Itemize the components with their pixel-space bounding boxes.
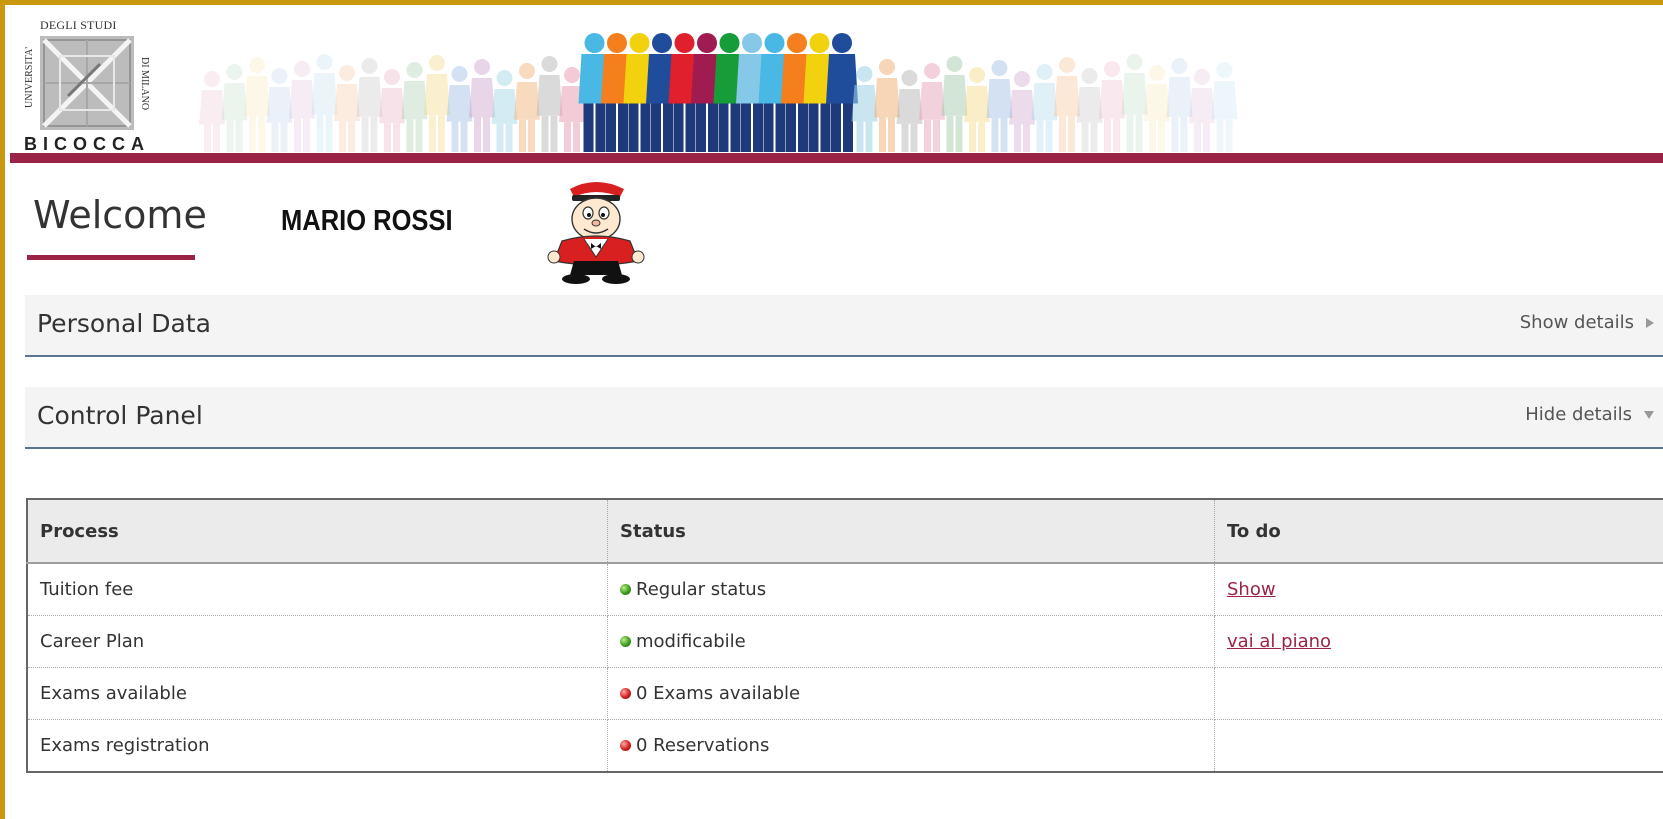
person-silhouette	[199, 71, 225, 152]
person-silhouette	[986, 60, 1013, 152]
header-divider	[10, 153, 1663, 163]
control-panel-title: Control Panel	[37, 401, 203, 430]
todo-cell: Show	[1214, 563, 1663, 616]
control-panel-table: Process Status To do Tuition fee Regular…	[26, 498, 1663, 773]
career-plan-link[interactable]: vai al piano	[1227, 631, 1331, 652]
green-dot-icon	[620, 635, 631, 647]
status-text: Regular status	[636, 579, 767, 600]
person-silhouette	[266, 68, 293, 152]
site-header: DEGLI STUDI UNIVERSITA' DI MILANO BICOCC…	[10, 10, 1663, 162]
triangle-right-icon	[1646, 317, 1654, 328]
table-row: Tuition fee Regular status Show	[26, 563, 1663, 616]
status-cell: Regular status	[607, 563, 1215, 616]
person-silhouette	[536, 56, 563, 152]
person-silhouette	[1031, 64, 1058, 152]
person-silhouette	[826, 33, 858, 152]
welcome-title: Welcome	[33, 193, 207, 237]
person-silhouette	[334, 65, 360, 152]
person-silhouette	[514, 63, 540, 152]
status-text: modificabile	[636, 631, 746, 652]
person-silhouette	[919, 63, 945, 152]
hide-details-toggle[interactable]: Hide details	[1525, 404, 1654, 425]
people-banner-image	[199, 33, 1238, 152]
person-silhouette	[289, 61, 315, 152]
person-silhouette	[896, 70, 923, 152]
process-cell: Exams available	[26, 667, 608, 720]
control-panel-header: Control Panel Hide details	[25, 387, 1663, 449]
person-silhouette	[221, 64, 248, 152]
person-silhouette	[1211, 62, 1238, 152]
person-silhouette	[1009, 71, 1035, 152]
page-frame: DEGLI STUDI UNIVERSITA' DI MILANO BICOCC…	[0, 0, 1663, 819]
personal-data-panel-header: Personal Data Show details	[25, 295, 1663, 357]
welcome-underline	[27, 255, 195, 260]
person-silhouette	[446, 66, 473, 152]
triangle-down-icon	[1644, 410, 1654, 419]
status-cell: 0 Exams available	[607, 667, 1215, 720]
todo-cell: vai al piano	[1214, 615, 1663, 668]
status-text: 0 Reservations	[636, 735, 770, 756]
col-header-status: Status	[607, 498, 1215, 564]
person-silhouette	[379, 69, 405, 152]
status-cell: 0 Reservations	[607, 719, 1215, 773]
person-silhouette	[1121, 54, 1148, 152]
person-silhouette	[401, 62, 428, 152]
logo-bottom-text: BICOCCA	[24, 134, 150, 154]
person-silhouette	[244, 57, 270, 152]
todo-cell	[1214, 667, 1663, 720]
logo-emblem-icon	[40, 36, 134, 130]
person-silhouette	[1099, 61, 1125, 152]
hide-details-label: Hide details	[1525, 404, 1632, 425]
avatar	[547, 182, 645, 284]
show-link[interactable]: Show	[1227, 579, 1276, 600]
table-header-row: Process Status To do	[26, 498, 1663, 564]
person-silhouette	[1166, 58, 1193, 152]
personal-data-title: Personal Data	[37, 309, 211, 338]
red-dot-icon	[620, 739, 631, 751]
status-text: 0 Exams available	[636, 683, 801, 704]
person-silhouette	[491, 70, 518, 152]
process-cell: Career Plan	[26, 615, 608, 668]
person-silhouette	[1076, 68, 1103, 152]
university-logo[interactable]: DEGLI STUDI UNIVERSITA' DI MILANO BICOCC…	[24, 18, 150, 154]
show-details-label: Show details	[1519, 312, 1634, 333]
green-dot-icon	[620, 583, 631, 595]
status-cell: modificabile	[607, 615, 1215, 668]
process-cell: Tuition fee	[26, 563, 608, 616]
col-header-todo: To do	[1214, 498, 1663, 564]
table-row: Exams registration 0 Reservations	[26, 719, 1663, 773]
person-silhouette	[469, 59, 495, 152]
logo-left-text: UNIVERSITA'	[24, 47, 35, 109]
person-silhouette	[311, 54, 338, 152]
user-name: MARIO ROSSI	[281, 205, 453, 237]
table-row: Exams available 0 Exams available	[26, 667, 1663, 720]
red-dot-icon	[620, 687, 631, 699]
logo-right-text: DI MILANO	[139, 57, 150, 111]
person-silhouette	[356, 58, 383, 152]
process-cell: Exams registration	[26, 719, 608, 773]
person-silhouette	[941, 56, 968, 152]
person-silhouette	[1144, 65, 1170, 152]
person-silhouette	[874, 59, 900, 152]
person-silhouette	[964, 67, 990, 152]
table-row: Career Plan modificabile vai al piano	[26, 615, 1663, 668]
person-silhouette	[424, 55, 450, 152]
logo-top-text: DEGLI STUDI	[40, 18, 117, 32]
person-silhouette	[1189, 69, 1215, 152]
todo-cell	[1214, 719, 1663, 773]
show-details-toggle[interactable]: Show details	[1520, 312, 1654, 333]
person-silhouette	[1054, 57, 1080, 152]
col-header-process: Process	[26, 498, 608, 564]
